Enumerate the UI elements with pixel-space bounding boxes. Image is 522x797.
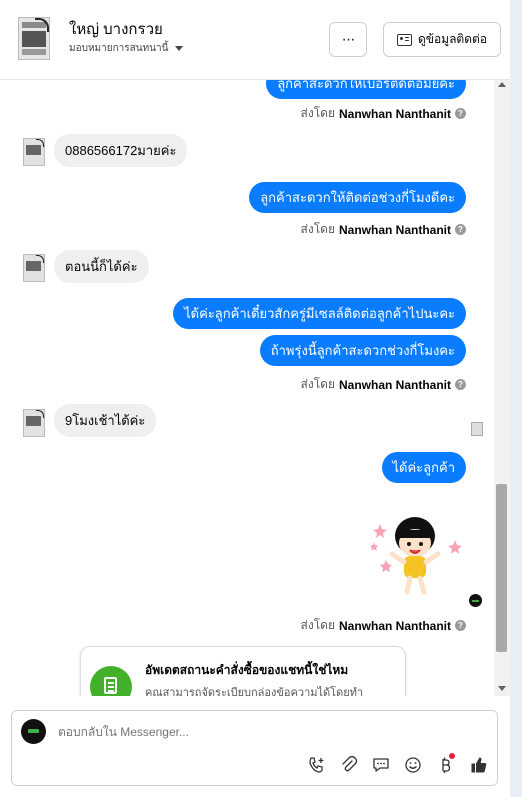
card-title: อัพเดตสถานะคำสั่งซื้อของแชทนี้ใช่ไหม [145, 663, 349, 677]
view-contact-label: ดูข้อมูลติดต่อ [417, 32, 488, 46]
thread-scrollbar[interactable] [494, 80, 510, 696]
outgoing-message: ถ้าพรุ่งนี้ลูกค้าสะดวกช่วงกี่โมงคะ [259, 335, 466, 366]
emoji-button[interactable] [403, 755, 423, 775]
sender-name: Nanwhan Nanthanit [338, 377, 451, 392]
assign-label: มอบหมายการสนทนานี้ [69, 43, 169, 54]
girl-sticker [370, 517, 462, 595]
sent-by-prefix: ส่งโดย [300, 106, 335, 120]
sent-by-prefix: ส่งโดย [300, 377, 335, 391]
outgoing-message: ได้ค่ะลูกค้า [381, 452, 466, 483]
outgoing-message: ลูกค้าสะดวกให้เบอร์ติดต่อมั้ยคะ [266, 80, 466, 99]
assign-conversation-dropdown[interactable]: มอบหมายการสนทนานี้ [69, 41, 184, 56]
info-icon[interactable]: ? [455, 224, 466, 235]
more-options-button[interactable]: ··· [329, 22, 367, 57]
order-status-card[interactable]: อัพเดตสถานะคำสั่งซื้อของแชทนี้ใช่ไหม คุณ… [80, 646, 406, 696]
sent-by-label: ส่งโดย Nanwhan Nanthanit ? [301, 220, 466, 239]
incoming-message: ตอนนี้ก็ได้ค่ะ [54, 250, 149, 283]
order-document-icon [90, 666, 132, 696]
info-icon[interactable]: ? [455, 108, 466, 119]
paperclip-icon [342, 756, 358, 772]
window-edge [510, 0, 522, 797]
sender-name: Nanwhan Nanthanit [338, 222, 451, 237]
sent-by-label: ส่งโดย Nanwhan Nanthanit ? [301, 375, 466, 394]
thumbs-up-icon [471, 757, 487, 773]
smiley-icon [405, 757, 421, 773]
sender-name: Nanwhan Nanthanit [338, 618, 451, 633]
info-icon[interactable]: ? [455, 379, 466, 390]
call-add-icon [309, 757, 324, 773]
sent-by-label: ส่งโดย Nanwhan Nanthanit ? [301, 104, 466, 123]
like-button[interactable] [469, 755, 489, 775]
sent-by-label: ส่งโดย Nanwhan Nanthanit ? [301, 616, 466, 635]
contact-card-icon [396, 33, 412, 46]
inbox-chat-panel: ใหญ่ บางกรวย มอบหมายการสนทนานี้ ··· ดูข้… [0, 0, 511, 797]
seen-indicator [469, 594, 482, 607]
saved-replies-button[interactable] [371, 755, 391, 775]
outgoing-message: ได้ค่ะลูกค้าเดี๋ยวสักครู่มีเซลล์ติดต่อลู… [173, 298, 466, 329]
payment-button[interactable] [435, 753, 455, 775]
info-icon[interactable]: ? [455, 620, 466, 631]
contact-mini-avatar [23, 138, 45, 166]
sent-by-prefix: ส่งโดย [300, 222, 335, 236]
incoming-message: 9โมงเช้าได้ค่ะ [54, 404, 157, 437]
notification-dot [449, 753, 455, 759]
sent-by-prefix: ส่งโดย [300, 618, 335, 632]
chat-bubble-icon [373, 758, 389, 772]
page-avatar [21, 719, 46, 744]
contact-mini-avatar [23, 254, 45, 282]
seen-avatar [471, 422, 483, 436]
contact-avatar[interactable] [18, 17, 50, 60]
attach-button[interactable] [339, 755, 359, 775]
message-composer [11, 710, 498, 786]
view-contact-info-button[interactable]: ดูข้อมูลติดต่อ [383, 22, 501, 57]
chat-header: ใหญ่ บางกรวย มอบหมายการสนทนานี้ ··· ดูข้… [0, 0, 510, 80]
more-dots-icon: ··· [341, 30, 356, 48]
sender-name: Nanwhan Nanthanit [338, 106, 451, 121]
message-thread: ลูกค้าสะดวกให้เบอร์ติดต่อมั้ยคะ ส่งโดย N… [0, 80, 494, 696]
contact-mini-avatar [23, 409, 45, 437]
scroll-thumb[interactable] [496, 484, 507, 652]
scroll-up-arrow-icon[interactable] [498, 82, 506, 87]
card-description: คุณสามารถจัดระเบียบกล่องข้อความได้โดยทำ [145, 687, 364, 696]
scroll-down-arrow-icon[interactable] [498, 686, 506, 691]
incoming-message: 0886566172มายค่ะ [54, 134, 188, 167]
reply-input[interactable] [58, 725, 478, 739]
contact-name[interactable]: ใหญ่ บางกรวย [69, 17, 163, 41]
caret-down-icon [175, 46, 184, 51]
outgoing-message: ลูกค้าสะดวกให้ติดต่อช่วงกี่โมงดีคะ [249, 182, 466, 213]
call-add-button[interactable] [307, 755, 327, 775]
